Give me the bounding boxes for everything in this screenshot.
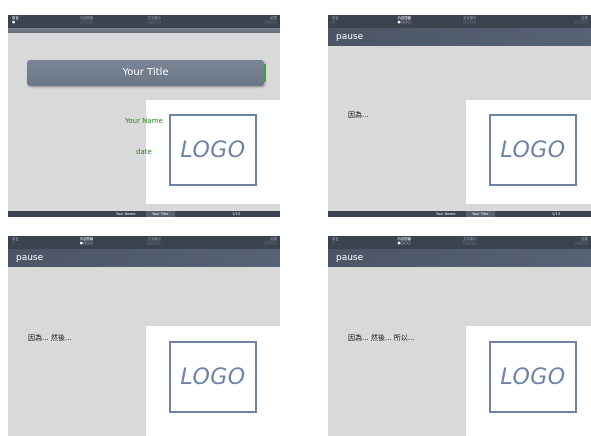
slide-thumbnail-3[interactable]: 前言 ○ 內容簡報 ●○○○ 文字顯示 ○○○○ 結尾 ○○○○ pause 因為...… — [8, 236, 280, 436]
page-number: 1/13 — [232, 212, 241, 216]
page-number: 2/13 — [552, 212, 561, 216]
logo-image: LOGO — [489, 341, 577, 413]
slide-body-text: 因為... 然後... 所以... — [348, 334, 415, 342]
slide-body-text: 因為... 然後... — [28, 334, 72, 342]
nav-section-text[interactable]: 文字顯示 ○○○○ — [144, 236, 212, 245]
nav-section-content[interactable]: 內容簡報 ●○○○ — [76, 236, 144, 245]
logo-panel: LOGO — [466, 100, 591, 204]
slide-body-text: 因為... — [348, 111, 369, 119]
nav-section-content[interactable]: 內容簡報 ○○○○ — [76, 15, 144, 24]
nav-section-ending[interactable]: 結尾 ○○○○ — [525, 15, 591, 24]
frame-title: pause — [328, 249, 591, 267]
nav-section-ending[interactable]: 結尾 ○○○○ — [525, 236, 591, 245]
author-name: Your Name — [125, 117, 163, 125]
footer-author: Your Name — [436, 212, 456, 216]
presentation-date: date — [136, 148, 152, 156]
nav-section-preface[interactable]: 前言 ○ — [8, 236, 76, 245]
logo-text: LOGO — [500, 137, 566, 163]
nav-section-ending[interactable]: 結尾 ○○○○ — [211, 15, 280, 24]
footer-author: Your Name — [116, 212, 136, 216]
logo-text: LOGO — [180, 364, 246, 390]
nav-section-ending[interactable]: 結尾 ○○○○ — [211, 236, 280, 245]
slide-thumbnail-2[interactable]: 前言 ○ 內容簡報 ●○○○ 文字顯示 ○○○○ 結尾 ○○○○ pause 因為...… — [328, 15, 591, 217]
section-navbar: 前言 ● 內容簡報 ○○○○ 文字顯示 ○○○○ 結尾 ○○○○ — [8, 15, 280, 28]
logo-panel: LOGO — [466, 326, 591, 436]
logo-image: LOGO — [169, 114, 257, 186]
logo-image: LOGO — [169, 341, 257, 413]
section-navbar: 前言 ○ 內容簡報 ●○○○ 文字顯示 ○○○○ 結尾 ○○○○ — [328, 236, 591, 249]
slide-footer: Your Name Your Title 2/13 — [328, 211, 591, 217]
title-subbar — [8, 28, 280, 33]
nav-section-preface[interactable]: 前言 ● — [8, 15, 76, 24]
nav-section-text[interactable]: 文字顯示 ○○○○ — [459, 15, 525, 24]
nav-section-content[interactable]: 內容簡報 ●○○○ — [394, 236, 460, 245]
slide-thumbnail-1[interactable]: 前言 ● 內容簡報 ○○○○ 文字顯示 ○○○○ 結尾 ○○○○ Your Title … — [8, 15, 280, 217]
nav-section-preface[interactable]: 前言 ○ — [328, 236, 394, 245]
logo-panel: LOGO — [146, 100, 280, 204]
nav-section-text[interactable]: 文字顯示 ○○○○ — [459, 236, 525, 245]
logo-panel: LOGO — [146, 326, 280, 436]
nav-section-content[interactable]: 內容簡報 ●○○○ — [394, 15, 460, 24]
slide-footer: Your Name Your Title 1/13 — [8, 211, 280, 217]
logo-text: LOGO — [180, 137, 246, 163]
nav-section-preface[interactable]: 前言 ○ — [328, 15, 394, 24]
slide-thumbnail-4[interactable]: 前言 ○ 內容簡報 ●○○○ 文字顯示 ○○○○ 結尾 ○○○○ pause 因為...… — [328, 236, 591, 436]
footer-title: Your Title — [146, 211, 175, 217]
logo-image: LOGO — [489, 114, 577, 186]
logo-text: LOGO — [500, 364, 566, 390]
frame-title: pause — [328, 28, 591, 46]
nav-section-text[interactable]: 文字顯示 ○○○○ — [144, 15, 212, 24]
section-navbar: 前言 ○ 內容簡報 ●○○○ 文字顯示 ○○○○ 結尾 ○○○○ — [328, 15, 591, 28]
section-navbar: 前言 ○ 內容簡報 ●○○○ 文字顯示 ○○○○ 結尾 ○○○○ — [8, 236, 280, 249]
presentation-title: Your Title — [27, 60, 266, 86]
footer-title: Your Title — [466, 211, 495, 217]
frame-title: pause — [8, 249, 280, 267]
